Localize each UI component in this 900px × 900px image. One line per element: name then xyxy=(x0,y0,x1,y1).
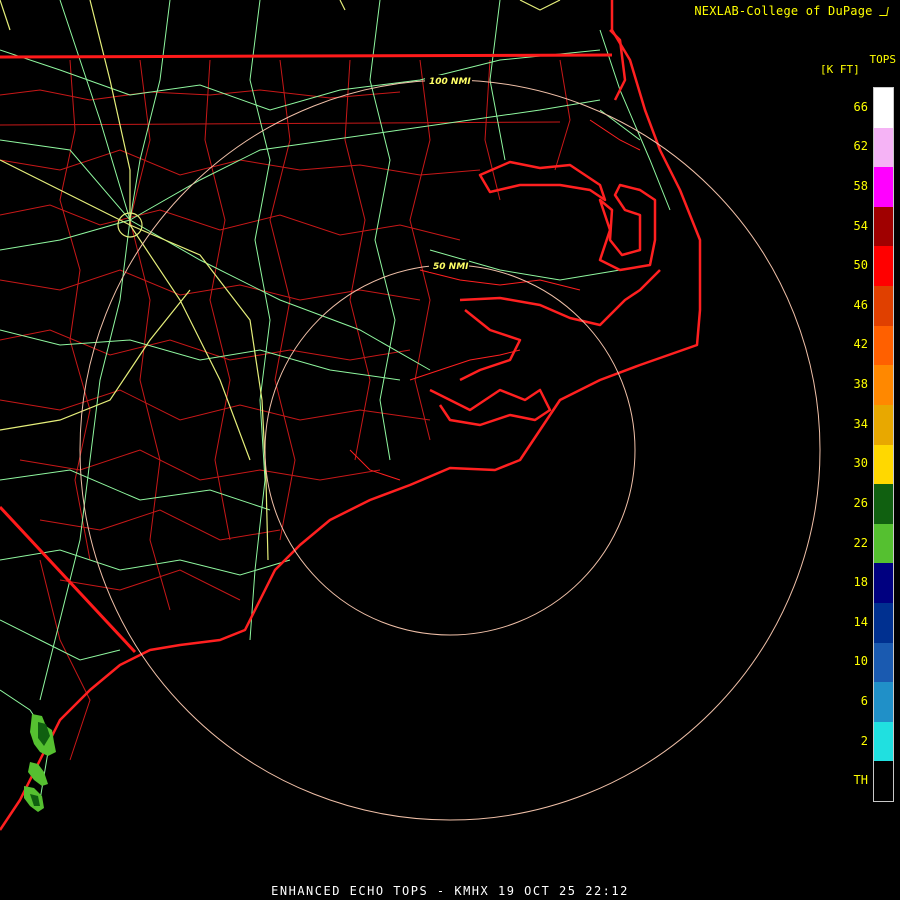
ring-label-100nmi: 100 NMI xyxy=(429,77,471,87)
legend-tick-label: 2 xyxy=(860,733,868,748)
legend-tick-label: 34 xyxy=(853,416,868,431)
legend-swatch xyxy=(874,365,893,406)
legend-tick-label: 46 xyxy=(853,297,868,312)
legend-tick-label: 14 xyxy=(853,614,868,629)
legend-swatch xyxy=(874,761,893,802)
legend-swatch xyxy=(874,88,893,129)
legend-swatch xyxy=(874,246,893,287)
legend-tick-label: 54 xyxy=(853,218,868,233)
legend-tick-label: 38 xyxy=(853,377,868,392)
legend-swatch xyxy=(874,682,893,723)
legend-tick-label: 30 xyxy=(853,456,868,471)
product-footer: ENHANCED ECHO TOPS - KMHX 19 OCT 25 22:1… xyxy=(271,884,629,898)
legend-tick-label: 66 xyxy=(853,99,868,114)
echo-tops-color-scale xyxy=(873,87,894,802)
legend-swatch xyxy=(874,721,893,762)
legend-swatch xyxy=(874,127,893,168)
ring-label-50nmi: 50 NMI xyxy=(433,262,469,272)
legend-swatch xyxy=(874,563,893,604)
legend-tick-label: 58 xyxy=(853,179,868,194)
legend-tick-label: 26 xyxy=(853,495,868,510)
legend-unit: [K FT] xyxy=(820,63,860,76)
legend-swatch xyxy=(874,404,893,445)
legend-tick-label: TH xyxy=(853,773,868,788)
legend-swatch xyxy=(874,286,893,327)
credit-text: NEXLAB-College of DuPage xyxy=(694,4,880,18)
legend-swatch xyxy=(874,325,893,366)
nexlab-credit: NEXLAB-College of DuPage xyxy=(694,4,889,18)
legend-swatch xyxy=(874,484,893,525)
legend-tick-label: 22 xyxy=(853,535,868,550)
legend-tick-label: 10 xyxy=(853,654,868,669)
legend-tick-label: 18 xyxy=(853,575,868,590)
legend-tick-label: 62 xyxy=(853,139,868,154)
legend-tick-label: 50 xyxy=(853,258,868,273)
nexlab-logo-icon xyxy=(879,7,889,16)
radar-map: 50 NMI 100 NMI xyxy=(0,0,900,900)
legend-swatch xyxy=(874,642,893,683)
legend-swatch xyxy=(874,523,893,564)
legend-swatch xyxy=(874,167,893,208)
legend-swatch xyxy=(874,444,893,485)
legend-tick-label: 42 xyxy=(853,337,868,352)
legend-tick-label: 6 xyxy=(860,693,868,708)
legend-swatch xyxy=(874,206,893,247)
legend-swatch xyxy=(874,602,893,644)
